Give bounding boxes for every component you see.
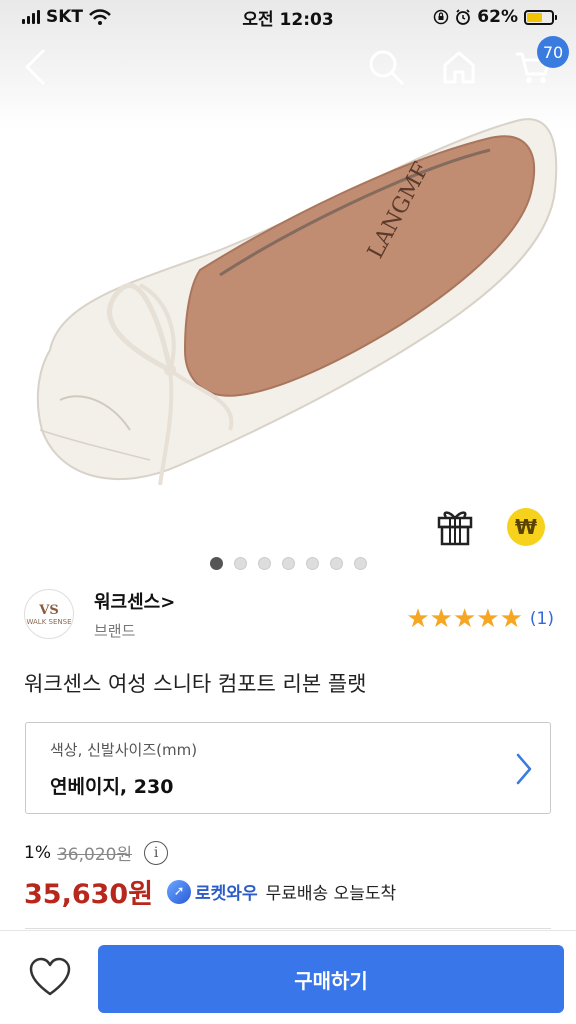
star-icon: ★ <box>406 604 430 634</box>
home-button[interactable] <box>434 42 484 92</box>
brand-logo-mark: VS <box>39 602 59 618</box>
carousel-dot[interactable] <box>257 557 271 570</box>
brand-logo[interactable]: VS WALK SENSE <box>24 589 74 639</box>
rocket-icon: ➚ <box>167 879 192 904</box>
product-title: 워크센스 여성 스니타 컴포트 리본 플랫 <box>24 672 367 696</box>
discount-row: 1% 36,020원 i <box>24 840 169 865</box>
star-rating: ★★★★★ <box>406 606 523 632</box>
discount-rate: 1% <box>24 842 51 863</box>
wifi-icon <box>89 9 111 25</box>
option-value: 연베이지, 230 <box>50 776 174 798</box>
review-count[interactable]: (1) <box>530 609 554 629</box>
status-bar: SKT 오전 12:03 62% <box>0 0 576 34</box>
carousel-dot[interactable] <box>329 557 343 570</box>
battery-percent: 62% <box>477 7 518 27</box>
home-icon <box>443 51 475 84</box>
star-icon: ★ <box>499 604 523 634</box>
brand-row: VS WALK SENSE 워크센스> 브랜드 ★★★★★ (1) <box>24 588 554 640</box>
carousel-dot[interactable] <box>305 557 319 570</box>
brand-label: 브랜드 <box>94 621 136 640</box>
original-price: 36,020원 <box>56 845 133 865</box>
star-icon: ★ <box>429 604 453 634</box>
option-label: 색상, 신발사이즈(mm) <box>50 741 198 759</box>
rotation-lock-icon <box>434 9 449 25</box>
rating[interactable]: ★★★★★ (1) <box>406 606 554 632</box>
carrier: SKT <box>46 7 84 27</box>
price-row: 35,630원 ➚ 로켓와우 무료배송 오늘도착 <box>24 872 396 911</box>
info-icon[interactable]: i <box>144 840 169 865</box>
signal-icon <box>22 10 40 24</box>
chevron-left-icon <box>25 49 45 85</box>
won-coin-icon[interactable]: ₩ <box>507 508 545 546</box>
product-image: LANGMF <box>36 118 558 486</box>
rocket-wow-label: 로켓와우 <box>195 884 258 904</box>
gift-icon[interactable] <box>436 506 474 546</box>
carousel-dot[interactable] <box>209 557 223 570</box>
buy-button[interactable]: 구매하기 <box>98 945 564 1013</box>
delivery-info: 무료배송 오늘도착 <box>265 884 397 904</box>
carousel-indicator <box>0 557 576 570</box>
star-icon: ★ <box>476 604 500 634</box>
divider <box>25 928 551 929</box>
carousel-dot[interactable] <box>281 557 295 570</box>
alarm-icon <box>456 9 471 25</box>
sale-price: 35,630원 <box>24 879 154 910</box>
battery-icon <box>524 9 557 25</box>
clock: 오전 12:03 <box>242 9 334 30</box>
search-button[interactable] <box>361 42 411 92</box>
brand-logo-sub: WALK SENSE <box>26 617 72 626</box>
heart-icon[interactable] <box>28 957 72 997</box>
cart-count-badge: 70 <box>537 36 569 68</box>
search-icon <box>369 50 404 85</box>
star-icon: ★ <box>452 604 477 634</box>
product-image-carousel[interactable]: LANGMF 70 ₩ <box>0 0 576 580</box>
chevron-right-icon <box>516 753 532 785</box>
back-button[interactable] <box>10 42 60 92</box>
bottom-bar: 구매하기 <box>0 930 576 1024</box>
option-selector[interactable]: 색상, 신발사이즈(mm) 연베이지, 230 <box>25 722 551 814</box>
carousel-dot[interactable] <box>353 557 367 570</box>
carousel-dot[interactable] <box>233 557 247 570</box>
brand-name-link[interactable]: 워크센스> <box>94 588 175 614</box>
